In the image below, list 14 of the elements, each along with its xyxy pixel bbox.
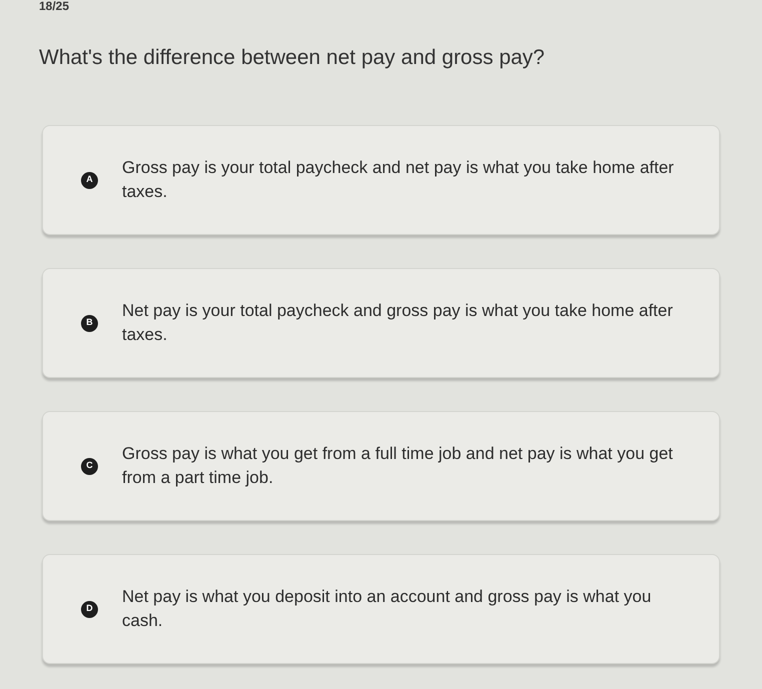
answer-option[interactable]: D Net pay is what you deposit into an account and gross pay is what you cash. [42,554,720,664]
option-letter-badge: D [81,600,98,618]
option-text: Net pay is what you deposit into an account and gross pay is what you cash. [122,586,652,632]
option-text: Gross pay is what you get from a full time job and net pay is what you get from a part time job. [122,443,674,489]
answer-option[interactable]: C Gross pay is what you get from a full time job and net pay is what you get from a part time job. [42,411,720,521]
option-text: Net pay is your total paycheck and gross pay is what you take home after taxes. [122,300,674,346]
option-letter-badge: B [81,314,98,332]
question-counter: 18/25 [39,0,70,12]
question-text: What's the difference between net pay and gross pay? [39,45,545,71]
option-letter-badge: A [81,172,98,188]
option-letter-badge: C [81,458,98,474]
answer-option[interactable]: B Net pay is your total paycheck and gross pay is what you take home after taxes. [42,268,720,378]
option-text: Gross pay is your total paycheck and net pay is what you take home after taxes. [122,157,675,203]
answer-option[interactable]: A Gross pay is your total paycheck and net pay is what you take home after taxes. [42,125,720,235]
